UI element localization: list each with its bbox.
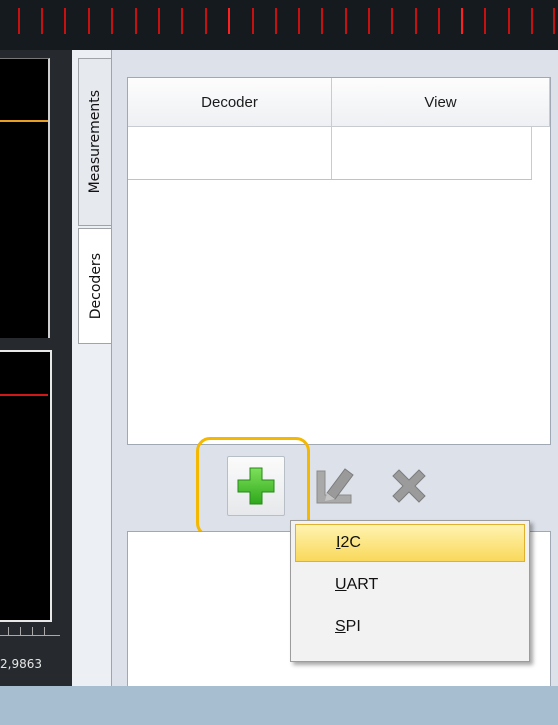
menu-item-uart-mnemonic: U <box>335 576 347 593</box>
table-cell-view[interactable] <box>332 127 532 179</box>
ruler-tick <box>484 8 486 34</box>
ruler-tick <box>553 8 555 34</box>
column-header-view[interactable]: View <box>332 78 550 126</box>
ruler-tick <box>461 8 463 34</box>
coordinate-readout: 2,9863 <box>0 657 42 671</box>
scope-channel-pane-2 <box>0 350 52 622</box>
delete-decoder-button[interactable] <box>380 456 438 516</box>
status-bar <box>0 686 558 725</box>
ruler-tick <box>368 8 370 34</box>
table-row[interactable] <box>128 127 532 180</box>
ruler-tick <box>228 8 230 34</box>
add-decoder-button[interactable] <box>227 456 285 516</box>
ruler-tick <box>205 8 207 34</box>
menu-item-uart-label: ART <box>346 576 379 593</box>
edit-icon <box>316 468 354 504</box>
menu-item-spi-label: PI <box>345 618 361 635</box>
tab-measurements[interactable]: Measurements <box>78 58 112 226</box>
menu-item-spi[interactable]: S PI <box>295 608 525 646</box>
ruler-tick <box>135 8 137 34</box>
ruler-tick <box>275 8 277 34</box>
ruler-tick <box>18 8 20 34</box>
ruler-tick <box>438 8 440 34</box>
menu-item-spi-mnemonic: S <box>335 618 346 635</box>
channel-trace-orange <box>0 120 48 122</box>
scope-channel-pane-1 <box>0 58 50 338</box>
table-cell-decoder[interactable] <box>128 127 332 179</box>
ruler-tick <box>252 8 254 34</box>
time-axis-ticks <box>0 625 60 636</box>
ruler-tick <box>508 8 510 34</box>
menu-item-i2c[interactable]: I 2C <box>295 524 525 562</box>
ruler-tick <box>111 8 113 34</box>
tab-decoders[interactable]: Decoders <box>78 228 112 344</box>
menu-item-i2c-label: 2C <box>340 534 361 551</box>
ruler-tick <box>345 8 347 34</box>
ruler-tick <box>298 8 300 34</box>
plus-icon <box>237 467 275 505</box>
delete-x-icon <box>392 469 426 503</box>
ruler-tick <box>181 8 183 34</box>
add-decoder-menu: I 2C U ART S PI <box>290 520 530 662</box>
ruler-tick <box>88 8 90 34</box>
ruler-tick <box>321 8 323 34</box>
ruler-tick <box>415 8 417 34</box>
ruler-tick <box>158 8 160 34</box>
table-header: Decoder View <box>128 78 550 127</box>
channel-trace-red <box>0 394 48 396</box>
tab-decoders-label: Decoders <box>87 252 104 320</box>
column-header-decoder[interactable]: Decoder <box>128 78 332 126</box>
tab-measurements-label: Measurements <box>87 90 103 194</box>
ruler-tick <box>64 8 66 34</box>
timeline-ruler <box>0 0 558 50</box>
ruler-tick <box>391 8 393 34</box>
menu-item-uart[interactable]: U ART <box>295 566 525 604</box>
ruler-tick <box>41 8 43 34</box>
decoders-table[interactable]: Decoder View <box>127 77 551 445</box>
edit-decoder-button[interactable] <box>305 456 363 516</box>
ruler-tick <box>531 8 533 34</box>
